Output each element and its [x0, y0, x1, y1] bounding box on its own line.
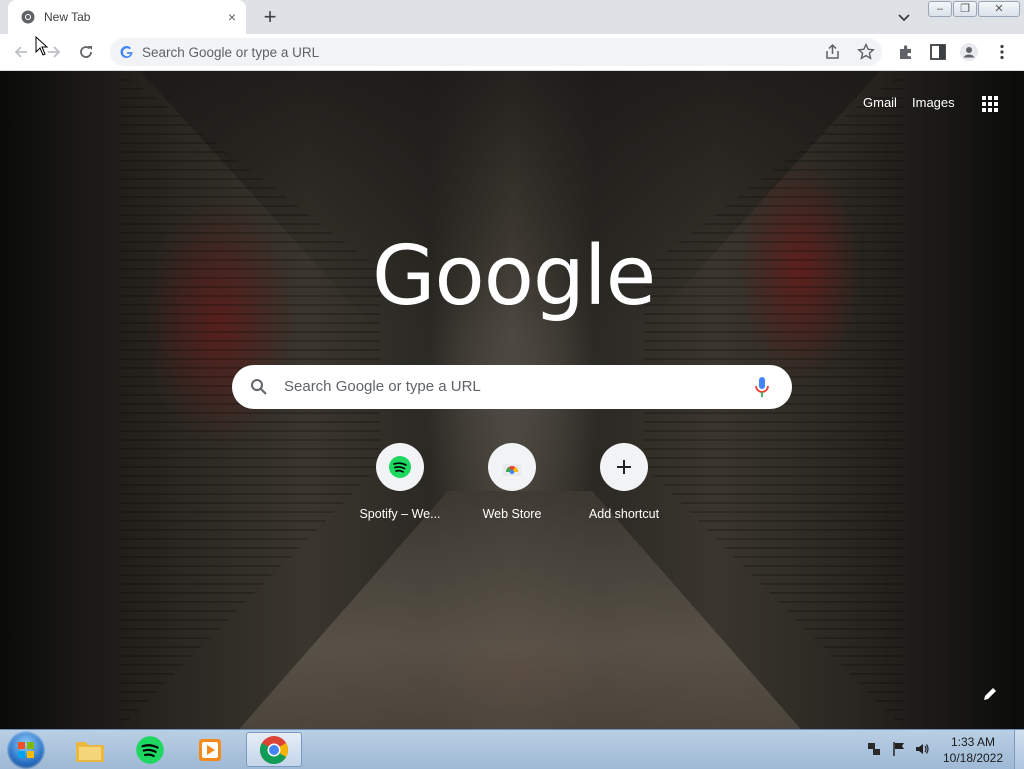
chrome-favicon-icon: [21, 10, 35, 24]
browser-toolbar: Search Google or type a URL: [0, 34, 1024, 71]
shortcut-icon-circle: [376, 443, 424, 491]
new-tab-page: Gmail Images Google Search Google or typ…: [0, 71, 1024, 729]
tab-title: New Tab: [44, 10, 91, 24]
customize-pencil-icon[interactable]: [982, 686, 998, 702]
shortcut-label: Add shortcut: [588, 507, 660, 521]
system-clock[interactable]: 1:33 AM 10/18/2022: [935, 734, 1011, 766]
google-apps-grid-icon[interactable]: [981, 95, 999, 113]
more-menu-icon[interactable]: [992, 42, 1012, 62]
windows-taskbar: 1:33 AM 10/18/2022: [0, 729, 1024, 769]
action-center-flag-icon[interactable]: [891, 741, 907, 757]
media-player-icon: [199, 739, 221, 761]
shortcut-web-store[interactable]: Web Store: [456, 443, 568, 527]
tab-close-icon[interactable]: ×: [223, 8, 241, 26]
mouse-cursor-icon: [35, 36, 49, 56]
shortcut-spotify[interactable]: Spotify – We...: [344, 443, 456, 527]
taskbar-chrome[interactable]: [246, 732, 302, 767]
reload-icon[interactable]: [76, 42, 96, 62]
google-g-icon: [120, 45, 133, 58]
shortcut-add[interactable]: Add shortcut: [568, 443, 680, 527]
images-link[interactable]: Images: [912, 95, 955, 110]
search-box[interactable]: Search Google or type a URL: [232, 365, 792, 409]
search-placeholder: Search Google or type a URL: [284, 378, 481, 395]
network-icon[interactable]: [866, 741, 882, 757]
shortcut-label: Spotify – We...: [359, 507, 441, 521]
windows-logo-icon: [18, 742, 34, 758]
plus-icon: [617, 460, 631, 474]
shortcut-icon-circle: [488, 443, 536, 491]
taskbar-spotify[interactable]: [122, 732, 178, 767]
share-icon[interactable]: [823, 42, 843, 62]
clock-date: 10/18/2022: [942, 751, 1004, 765]
clock-time: 1:33 AM: [950, 735, 996, 749]
file-explorer-icon: [76, 742, 104, 762]
profile-avatar-icon[interactable]: [959, 42, 979, 62]
back-arrow-icon[interactable]: [11, 42, 31, 62]
tab-search-chevron-icon[interactable]: [895, 8, 913, 26]
extensions-puzzle-icon[interactable]: [896, 42, 916, 62]
bookmark-star-icon[interactable]: [856, 42, 876, 62]
spotify-icon: [389, 456, 411, 478]
gmail-link[interactable]: Gmail: [863, 95, 897, 110]
shortcut-label: Web Store: [482, 507, 542, 521]
address-bar-placeholder: Search Google or type a URL: [142, 45, 320, 60]
restore-button[interactable]: ❐: [953, 1, 977, 17]
web-store-icon: [503, 464, 521, 476]
close-window-button[interactable]: ✕: [978, 1, 1020, 17]
show-desktop-button[interactable]: [1014, 730, 1024, 769]
google-logo: Google: [372, 229, 656, 324]
spotify-icon: [136, 736, 164, 764]
side-panel-icon[interactable]: [928, 42, 948, 62]
start-orb[interactable]: [7, 731, 45, 769]
tab-new-tab[interactable]: New Tab ×: [8, 0, 246, 34]
taskbar-media-player[interactable]: [182, 732, 238, 767]
minimize-button[interactable]: ‒: [928, 1, 952, 17]
tab-strip: New Tab × + ‒ ❐ ✕: [0, 0, 1024, 34]
address-bar[interactable]: Search Google or type a URL: [110, 38, 882, 66]
volume-speaker-icon[interactable]: [914, 741, 930, 757]
search-icon: [251, 379, 267, 395]
taskbar-file-explorer[interactable]: [62, 732, 118, 767]
chrome-icon: [260, 736, 288, 764]
new-tab-button[interactable]: +: [259, 6, 281, 28]
shortcut-icon-circle: [600, 443, 648, 491]
voice-search-mic-icon[interactable]: [754, 376, 770, 398]
